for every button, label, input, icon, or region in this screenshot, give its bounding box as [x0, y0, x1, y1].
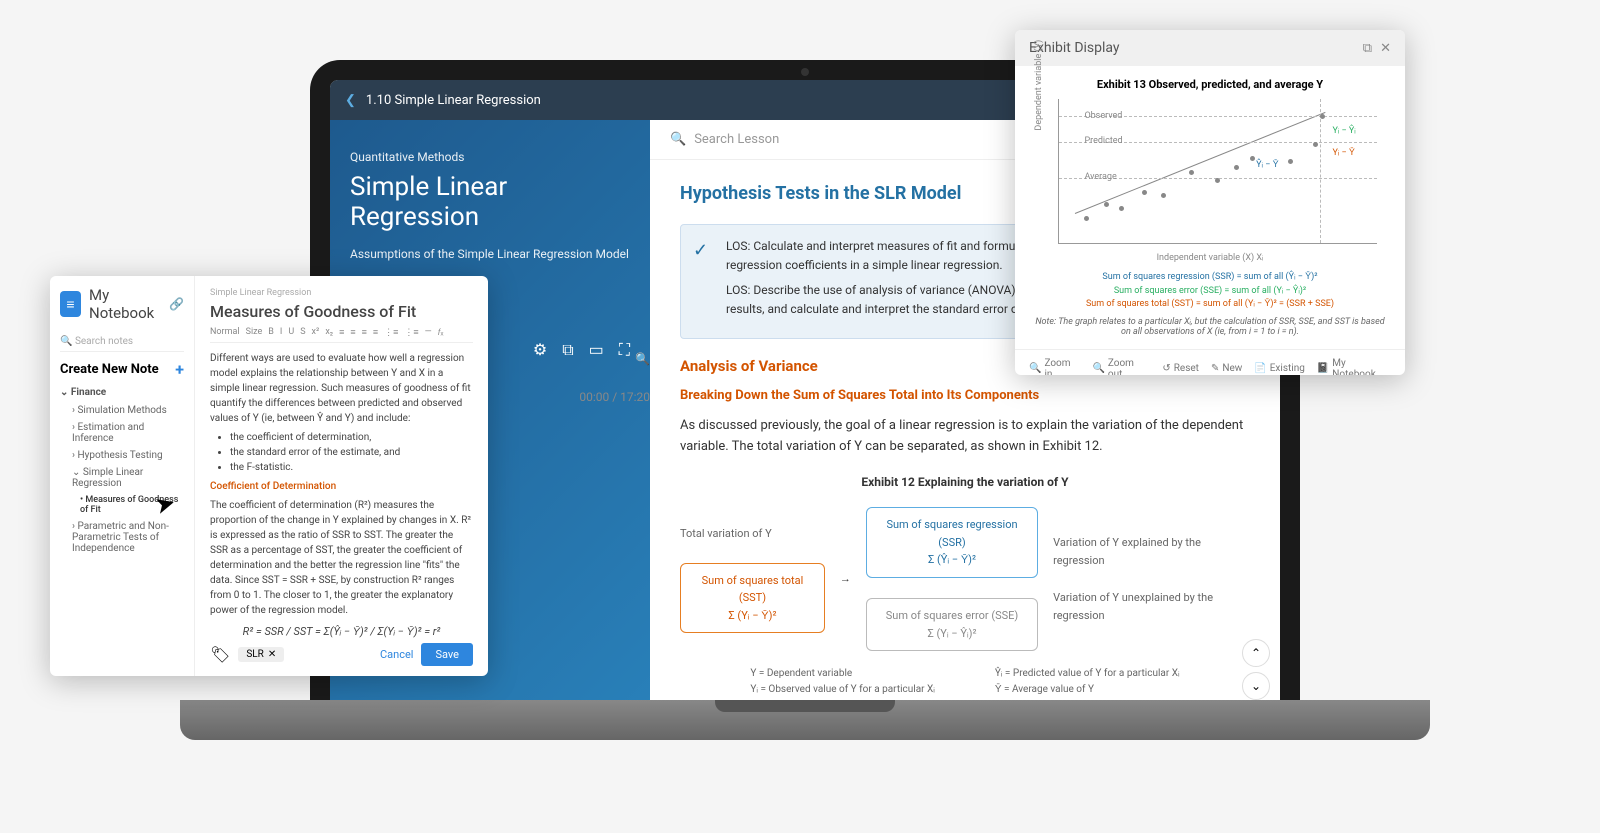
chart-xlabel: Independent variable (X) Xᵢ: [1033, 252, 1387, 263]
note-editor: Simple Linear Regression Measures of Goo…: [195, 276, 488, 676]
toolbar-sub[interactable]: x₂: [325, 327, 333, 338]
note-crumb: Simple Linear Regression: [210, 288, 473, 298]
paragraph-1: As discussed previously, the goal of a l…: [680, 416, 1250, 458]
close-icon[interactable]: ✕: [1380, 41, 1391, 56]
toolbar-align[interactable]: ≡: [350, 327, 355, 338]
tree-item[interactable]: › Simulation Methods: [60, 402, 184, 419]
exhibit-note: Note: The graph relates to a particular …: [1033, 316, 1387, 337]
category-label: Quantitative Methods: [350, 150, 630, 164]
cancel-button[interactable]: Cancel: [380, 648, 413, 661]
diagram-legend: Y = Dependent variable Yᵢ = Observed val…: [680, 666, 1250, 698]
toolbar-strike[interactable]: S: [300, 327, 305, 338]
tree-subitem-active[interactable]: • Measures of Goodness of Fit: [60, 492, 184, 518]
note-formula: R² = SSR / SST = Σ(Ŷᵢ − Ȳ)² / Σ(Yᵢ − Ȳ)²…: [210, 624, 473, 641]
notebook-search[interactable]: 🔍 Search notes: [60, 332, 184, 352]
window-icon[interactable]: ⧉: [1363, 41, 1372, 56]
notebook-sidebar: ≡ My Notebook 🔗 🔍 Search notes Create Ne…: [50, 276, 195, 676]
note-footer: 🏷 SLR ✕ Cancel Save: [210, 643, 473, 666]
exhibit-header: Exhibit Display ⧉ ✕: [1015, 30, 1405, 66]
variance-diagram: Total variation of Y Sum of squares tota…: [680, 507, 1250, 651]
toolbar-super[interactable]: x²: [312, 327, 320, 338]
note-body[interactable]: Different ways are used to evaluate how …: [210, 351, 473, 641]
total-var-label: Total variation of Y: [680, 525, 825, 543]
notebook-title: My Notebook: [89, 286, 161, 322]
tag-icon[interactable]: 🏷: [210, 645, 230, 664]
back-icon[interactable]: ❮: [345, 93, 356, 108]
xi-line: [1320, 99, 1321, 243]
lesson-title: Simple Linear Regression: [350, 172, 630, 232]
notebook-tree: ⌄ Finance › Simulation Methods › Estimat…: [60, 387, 184, 557]
hamburger-icon[interactable]: ≡: [60, 291, 81, 317]
toolbar-align[interactable]: ≡: [339, 327, 344, 338]
note-heading: Measures of Goodness of Fit: [210, 302, 473, 321]
arrow-icon: →: [840, 570, 851, 588]
tree-item[interactable]: › Parametric and Non-Parametric Tests of…: [60, 518, 184, 557]
unexplained-label: Variation of Y unexplained by the regres…: [1053, 589, 1250, 624]
scroll-down-button[interactable]: ⌄: [1242, 672, 1270, 700]
my-notebook-button[interactable]: 📓 My Notebook: [1317, 358, 1391, 376]
reset-button[interactable]: ↺ Reset: [1162, 358, 1199, 376]
sse-box: Sum of squares error (SSE) Σ (Yᵢ − Ŷᵢ)²: [866, 598, 1038, 651]
toolbar-normal[interactable]: Normal: [210, 327, 240, 338]
search-placeholder: Search Lesson: [694, 132, 779, 147]
save-button[interactable]: Save: [421, 643, 473, 666]
tree-item[interactable]: ⌄ Simple Linear Regression: [60, 464, 184, 492]
exhibit-legend: Sum of squares regression (SSR) = sum of…: [1033, 271, 1387, 312]
chart-ylabel: Dependent variable (Y): [1034, 40, 1044, 131]
hero: Quantitative Methods Simple Linear Regre…: [330, 120, 650, 291]
tree-item[interactable]: › Estimation and Inference: [60, 419, 184, 447]
search-icon: 🔍: [670, 132, 686, 147]
exhibit-chart: Dependent variable (Y) Observed Predicte…: [1058, 99, 1377, 244]
link-icon[interactable]: 🔗: [169, 297, 184, 311]
toolbar-align[interactable]: ≡: [373, 327, 378, 338]
tree-item[interactable]: › Hypothesis Testing: [60, 447, 184, 464]
scroll-up-button[interactable]: ⌃: [1242, 639, 1270, 667]
camera-dot: [801, 68, 809, 76]
tree-root[interactable]: ⌄ Finance: [60, 387, 184, 398]
toolbar-align[interactable]: ≡: [362, 327, 367, 338]
tag-remove-icon: ✕: [268, 649, 276, 660]
breadcrumb: 1.10 Simple Linear Regression: [366, 93, 1117, 108]
new-button[interactable]: ✎ New: [1211, 358, 1242, 376]
exhibit-12-title: Exhibit 12 Explaining the variation of Y: [680, 473, 1250, 492]
create-note-label: Create New Note: [60, 362, 159, 377]
exhibit-header-title: Exhibit Display: [1029, 40, 1355, 56]
notebook-panel: ≡ My Notebook 🔗 🔍 Search notes Create Ne…: [50, 276, 488, 676]
notebook-header: ≡ My Notebook 🔗: [60, 286, 184, 322]
subsubsection-heading: Breaking Down the Sum of Squares Total i…: [680, 386, 1250, 407]
existing-button[interactable]: 📄 Existing: [1254, 358, 1305, 376]
check-icon: ✓: [693, 237, 708, 266]
exhibit-panel: Exhibit Display ⧉ ✕ Exhibit 13 Observed,…: [1015, 30, 1405, 375]
ssr-box: Sum of squares regression (SSR) Σ (Ŷᵢ − …: [866, 507, 1038, 578]
toolbar-list[interactable]: ⋮≡: [384, 327, 398, 338]
toolbar-bold[interactable]: B: [268, 327, 274, 338]
lesson-subtitle: Assumptions of the Simple Linear Regress…: [350, 247, 630, 261]
exhibit-body: Exhibit 13 Observed, predicted, and aver…: [1015, 66, 1405, 349]
sst-box: Sum of squares total (SST) Σ (Yᵢ − Ȳ)²: [680, 563, 825, 634]
editor-toolbar: Normal Size B I U S x² x₂ ≡ ≡ ≡ ≡ ⋮≡ ⋮≡ …: [210, 327, 473, 343]
add-note-button[interactable]: +: [175, 360, 184, 379]
scroll-arrows: ⌃ ⌄: [1242, 639, 1270, 700]
create-note-row: Create New Note +: [60, 360, 184, 379]
toolbar-hr[interactable]: ―: [425, 327, 432, 338]
toolbar-italic[interactable]: I: [280, 327, 282, 338]
zoom-in-button[interactable]: 🔍 Zoom in: [1029, 358, 1080, 376]
note-tag[interactable]: SLR ✕: [238, 647, 284, 662]
explained-label: Variation of Y explained by the regressi…: [1053, 534, 1250, 569]
toolbar-list[interactable]: ⋮≡: [404, 327, 418, 338]
toolbar-underline[interactable]: U: [288, 327, 294, 338]
zoom-out-button[interactable]: 🔍 Zoom out: [1092, 358, 1150, 376]
exhibit-title: Exhibit 13 Observed, predicted, and aver…: [1033, 78, 1387, 91]
exhibit-footer: 🔍 Zoom in 🔍 Zoom out ↺ Reset ✎ New 📄 Exi…: [1015, 349, 1405, 376]
toolbar-formula[interactable]: 𝑓ₓ: [438, 327, 444, 338]
laptop-base: [180, 700, 1430, 740]
toolbar-size[interactable]: Size: [246, 327, 263, 338]
